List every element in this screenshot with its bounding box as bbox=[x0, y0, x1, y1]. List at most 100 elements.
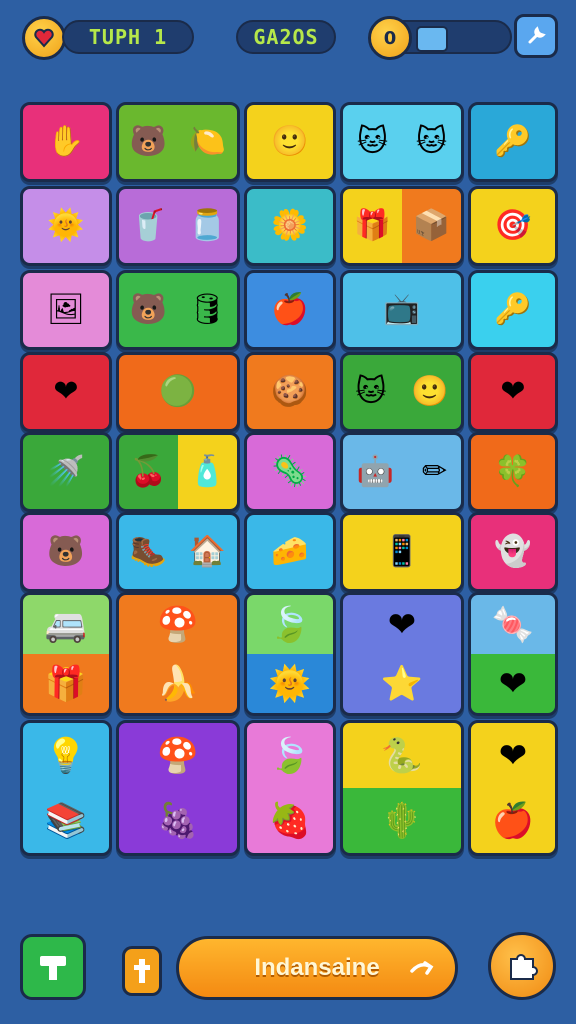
cat-icon: 🐱 bbox=[356, 124, 389, 159]
tile-ghost[interactable]: 👻 bbox=[468, 512, 558, 592]
key-icon: 🔑 bbox=[494, 124, 532, 159]
heart-icon: ❤ bbox=[53, 374, 79, 409]
mushroom-icon: 🍄 bbox=[156, 735, 200, 776]
coin-icon: 0 bbox=[368, 16, 412, 60]
tile-germ[interactable]: 🦠 bbox=[244, 432, 336, 512]
tile-leaf-sun[interactable]: 🍃 🌞 bbox=[244, 592, 336, 716]
bottle-icon: 🧴 bbox=[188, 454, 227, 489]
tile-cup-jar[interactable]: 🥤 🫙 bbox=[116, 186, 240, 266]
leaf-icon: 🍃 bbox=[268, 735, 312, 776]
arrow-icon bbox=[409, 957, 435, 985]
lamp-icon: 💡 bbox=[44, 735, 88, 776]
tile-cherry-bottle[interactable]: 🍒 🧴 bbox=[116, 432, 240, 512]
heart-icon: ❤ bbox=[498, 663, 528, 704]
germ-icon: 🦠 bbox=[271, 454, 309, 489]
tile-clover[interactable]: 🍀 bbox=[468, 432, 558, 512]
tile-cats[interactable]: 🐱 🐱 bbox=[340, 102, 464, 182]
tile-robot-pencil[interactable]: 🤖 ✏ bbox=[340, 432, 464, 512]
cross-icon[interactable] bbox=[122, 946, 162, 996]
heart-icon: ❤ bbox=[500, 374, 526, 409]
tile-flower-face[interactable]: 🌼 bbox=[244, 186, 336, 266]
tile-candy-heart[interactable]: 🍬 ❤ bbox=[468, 592, 558, 716]
barrel-icon: 🛢 bbox=[188, 292, 227, 327]
tile-blob[interactable]: 🟢 bbox=[116, 352, 240, 432]
wrench-icon[interactable] bbox=[514, 14, 558, 58]
glove-icon: ✋ bbox=[47, 124, 85, 159]
heart-check-icon[interactable] bbox=[22, 16, 66, 60]
leaf-icon: 🍃 bbox=[268, 604, 312, 645]
tile-bear-barrel[interactable]: 🐻 🛢 bbox=[116, 270, 240, 350]
tile-heart-star[interactable]: ❤ ⭐ bbox=[340, 592, 464, 716]
clover-icon: 🍀 bbox=[494, 454, 532, 489]
star-icon: ⭐ bbox=[380, 663, 424, 704]
tile-leaf-berry[interactable]: 🍃 🍓 bbox=[244, 720, 336, 856]
cactus-icon: 🌵 bbox=[380, 800, 424, 841]
tile-key[interactable]: 🔑 bbox=[468, 102, 558, 182]
sun-icon: 🌞 bbox=[268, 663, 312, 704]
bear-icon: 🐻 bbox=[129, 124, 168, 159]
heart-icon: ❤ bbox=[498, 735, 528, 776]
tile-snake-cactus[interactable]: 🐍 🌵 bbox=[340, 720, 464, 856]
tile-sun[interactable]: 🌞 bbox=[20, 186, 112, 266]
tile-mushroom-grape[interactable]: 🍄 🍇 bbox=[116, 720, 240, 856]
tile-heart[interactable]: ❤ bbox=[468, 352, 558, 432]
gift-icon: 🎁 bbox=[353, 208, 392, 243]
tile-board: ✋ 🐻 🍋 🙂 🐱 🐱 🔑 🌞 🥤 🫙 🌼 🎁 📦 🎯 🖼 🐻 🛢 🍎 📺 🔑 ❤ 🟢 🍪 🐱 🙂 ❤ 🚿 🍒 🧴 🦠 🤖 ✏ 🍀 🐻 🥾 🏠 🧀 📱 👻 🚐… bbox=[20, 102, 558, 858]
ghost-icon: 👻 bbox=[494, 534, 532, 569]
snake-icon: 🐍 bbox=[380, 735, 424, 776]
lemon-icon: 🍋 bbox=[188, 124, 227, 159]
square-icon[interactable] bbox=[416, 26, 448, 52]
mushroom-icon: 🍄 bbox=[156, 604, 200, 645]
tile-frame[interactable]: 🖼 bbox=[20, 270, 112, 350]
tile-face-hat[interactable]: 🙂 bbox=[244, 102, 336, 182]
face-icon: 🙂 bbox=[271, 124, 309, 159]
grape-icon: 🍇 bbox=[156, 800, 200, 841]
flower-icon: 🌼 bbox=[271, 208, 309, 243]
tile-cookie[interactable]: 🍪 bbox=[244, 352, 336, 432]
cup-icon: 🥤 bbox=[129, 208, 168, 243]
cookie-icon: 🍪 bbox=[271, 374, 309, 409]
bottom-bar: Indansaine bbox=[0, 920, 576, 1024]
puzzle-icon[interactable] bbox=[488, 932, 556, 1000]
play-button-label: Indansaine bbox=[254, 954, 380, 981]
tile-boot-house[interactable]: 🥾 🏠 bbox=[116, 512, 240, 592]
tile-apple[interactable]: 🍎 bbox=[244, 270, 336, 350]
tile-tablet[interactable]: 📱 bbox=[340, 512, 464, 592]
tile-glove[interactable]: ✋ bbox=[20, 102, 112, 182]
tile-watering-can[interactable]: 🚿 bbox=[20, 432, 112, 512]
level-counter: TUPH 1 bbox=[62, 20, 194, 54]
blob-icon: 🟢 bbox=[159, 374, 197, 409]
key-icon: 🔑 bbox=[494, 292, 532, 327]
tile-heart-bag[interactable]: ❤ bbox=[20, 352, 112, 432]
play-button[interactable]: Indansaine bbox=[176, 936, 458, 1000]
book-icon: 📚 bbox=[44, 800, 88, 841]
can-icon: 🚿 bbox=[47, 454, 85, 489]
tile-mushroom-banana[interactable]: 🍄 🍌 bbox=[116, 592, 240, 716]
tile-bear-face[interactable]: 🐻 bbox=[20, 512, 112, 592]
frame-icon: 🖼 bbox=[46, 292, 86, 327]
boot-icon: 🥾 bbox=[129, 534, 168, 569]
tile-lamp-book[interactable]: 💡 📚 bbox=[20, 720, 112, 856]
cat-icon: 🐱 bbox=[355, 374, 387, 409]
tile-bear-lemon[interactable]: 🐻 🍋 bbox=[116, 102, 240, 182]
bear-icon: 🐻 bbox=[47, 534, 85, 569]
tile-tv[interactable]: 📺 bbox=[340, 270, 464, 350]
tile-van-gift[interactable]: 🚐 🎁 bbox=[20, 592, 112, 716]
jar-icon: 🫙 bbox=[188, 208, 227, 243]
tile-gift-box[interactable]: 🎁 📦 bbox=[340, 186, 464, 266]
tile-cheese[interactable]: 🧀 bbox=[244, 512, 336, 592]
tile-target[interactable]: 🎯 bbox=[468, 186, 558, 266]
tile-heart-apple[interactable]: ❤ 🍎 bbox=[468, 720, 558, 856]
berry-icon: 🍓 bbox=[268, 800, 312, 841]
cheese-icon: 🧀 bbox=[271, 534, 309, 569]
top-hud: TUPH 1 GA2OS 0 bbox=[0, 0, 576, 80]
box-icon: 📦 bbox=[412, 208, 451, 243]
gift-icon: 🎁 bbox=[44, 663, 88, 704]
tile-cat-face[interactable]: 🐱 🙂 bbox=[340, 352, 464, 432]
tv-icon: 📺 bbox=[383, 292, 421, 327]
van-icon: 🚐 bbox=[44, 604, 88, 645]
target-icon: 🎯 bbox=[494, 208, 532, 243]
hammer-icon[interactable] bbox=[20, 934, 86, 1000]
tile-key2[interactable]: 🔑 bbox=[468, 270, 558, 350]
candy-icon: 🍬 bbox=[491, 604, 535, 645]
